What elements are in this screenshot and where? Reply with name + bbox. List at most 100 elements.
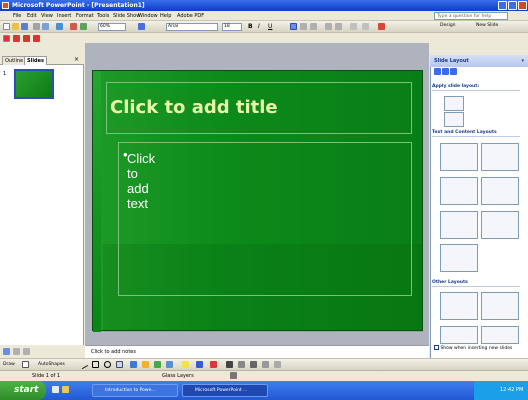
taskbar-button-powerpoint[interactable]: Microsoft PowerPoint ... — [182, 384, 268, 397]
line-icon[interactable] — [78, 359, 89, 370]
preview-icon[interactable] — [42, 23, 49, 30]
select-objects-icon[interactable] — [22, 361, 29, 368]
align-left-icon[interactable] — [290, 23, 297, 30]
dash-style-icon[interactable] — [238, 361, 245, 368]
slide-number: 1 — [3, 71, 7, 77]
diagram-icon[interactable] — [142, 361, 149, 368]
ask-question-input[interactable]: Type a question for help — [434, 12, 508, 20]
insert-chart-icon[interactable] — [70, 23, 77, 30]
menu-view[interactable]: View — [41, 13, 53, 19]
layout-thumb-other-3[interactable] — [440, 326, 478, 344]
layout-thumb-other-2[interactable] — [481, 292, 519, 320]
slide-show-icon[interactable] — [23, 348, 30, 355]
zoom-select[interactable]: 60% — [98, 23, 126, 31]
checkbox-box[interactable] — [434, 345, 439, 350]
menu-slide-show[interactable]: Slide Show — [113, 13, 140, 19]
notes-pane[interactable]: Click to add notes — [85, 345, 429, 358]
clock: 12:42 PM — [500, 387, 524, 393]
font-select[interactable]: Arial — [166, 23, 218, 31]
home-icon[interactable] — [450, 68, 457, 75]
tab-outline[interactable]: Outline — [2, 56, 27, 65]
menu-window[interactable]: Window — [138, 13, 158, 19]
start-button[interactable]: start — [0, 381, 46, 400]
reviewers-icon[interactable] — [33, 35, 40, 42]
quicklaunch-folder-icon[interactable] — [62, 386, 69, 393]
italic-icon[interactable]: I — [258, 23, 265, 30]
3d-icon[interactable] — [274, 361, 281, 368]
menu-format[interactable]: Format — [76, 13, 94, 19]
normal-view-icon[interactable] — [3, 348, 10, 355]
taskbar-button-intro[interactable]: Introduction to Powe... — [92, 384, 178, 397]
minimize-button[interactable] — [498, 1, 507, 10]
align-right-icon[interactable] — [310, 23, 317, 30]
reviewing-icon[interactable] — [3, 35, 10, 42]
body-placeholder[interactable]: • Click to add text — [118, 142, 412, 296]
title-placeholder[interactable]: Click to add title — [106, 82, 412, 134]
shadow-icon[interactable] — [262, 361, 269, 368]
insert-table-icon[interactable] — [80, 23, 87, 30]
align-center-icon[interactable] — [300, 23, 307, 30]
menu-help[interactable]: Help — [160, 13, 171, 19]
close-button[interactable] — [518, 1, 527, 10]
save-icon[interactable] — [21, 23, 28, 30]
slide-thumbnail[interactable] — [14, 69, 54, 99]
clipart-icon[interactable] — [154, 361, 161, 368]
maximize-button[interactable] — [508, 1, 517, 10]
font-size-decrease-icon[interactable] — [362, 23, 369, 30]
layout-thumb-title-2[interactable] — [444, 112, 464, 127]
rectangle-icon[interactable] — [92, 361, 99, 368]
line-color-icon[interactable] — [196, 361, 203, 368]
line-style-icon[interactable] — [226, 361, 233, 368]
new-icon[interactable] — [3, 23, 10, 30]
textbox-icon[interactable] — [116, 361, 123, 368]
oval-icon[interactable] — [104, 361, 111, 368]
print-icon[interactable] — [33, 23, 40, 30]
layout-thumb-title-1[interactable] — [444, 96, 464, 111]
quicklaunch-ie-icon[interactable] — [52, 386, 59, 393]
comment-icon[interactable] — [23, 35, 30, 42]
open-icon[interactable] — [12, 23, 19, 30]
layout-thumb-tc-7[interactable] — [440, 244, 478, 272]
secondary-toolbar — [0, 33, 528, 43]
layout-thumb-tc-2[interactable] — [481, 143, 519, 171]
font-size-increase-icon[interactable] — [350, 23, 357, 30]
arrow-style-icon[interactable] — [250, 361, 257, 368]
bullets-icon[interactable] — [335, 23, 342, 30]
forward-icon[interactable] — [442, 68, 449, 75]
system-tray: 12:42 PM — [474, 381, 528, 400]
picture-icon[interactable] — [166, 361, 173, 368]
new-slide-button[interactable]: New Slide — [476, 23, 498, 28]
layout-thumb-tc-4[interactable] — [481, 177, 519, 205]
back-icon[interactable] — [434, 68, 441, 75]
slide-sorter-icon[interactable] — [13, 348, 20, 355]
menu-tools[interactable]: Tools — [97, 13, 109, 19]
help-icon[interactable] — [138, 23, 145, 30]
fill-color-icon[interactable] — [182, 361, 189, 368]
tab-slides[interactable]: Slides — [24, 56, 47, 65]
wordart-icon[interactable] — [130, 361, 137, 368]
layout-thumb-tc-3[interactable] — [440, 177, 478, 205]
task-pane-dropdown-icon[interactable]: ▾ — [521, 55, 524, 67]
bold-icon[interactable]: B — [248, 23, 255, 30]
autoshapes-menu-button[interactable]: AutoShapes — [38, 362, 65, 367]
numbering-icon[interactable] — [325, 23, 332, 30]
layout-thumb-other-1[interactable] — [440, 292, 478, 320]
menu-adobe-pdf[interactable]: Adobe PDF — [177, 13, 204, 19]
menu-insert[interactable]: Insert — [57, 13, 71, 19]
font-size-select[interactable]: 18 — [222, 23, 242, 31]
show-layouts-checkbox[interactable]: Show when inserting new slides — [434, 345, 512, 351]
draw-menu-button[interactable]: Draw — [3, 362, 15, 367]
layout-thumb-tc-6[interactable] — [481, 211, 519, 239]
markup-icon[interactable] — [13, 35, 20, 42]
layout-thumb-tc-5[interactable] — [440, 211, 478, 239]
underline-icon[interactable]: U — [268, 23, 275, 30]
layout-thumb-tc-1[interactable] — [440, 143, 478, 171]
layout-thumb-other-4[interactable] — [481, 326, 519, 344]
font-color-icon[interactable] — [378, 23, 385, 30]
font-color-draw-icon[interactable] — [210, 361, 217, 368]
design-button[interactable]: Design — [440, 23, 456, 28]
menu-file[interactable]: File — [13, 13, 21, 19]
close-pane-icon[interactable]: × — [74, 56, 79, 63]
menu-edit[interactable]: Edit — [27, 13, 37, 19]
undo-icon[interactable] — [56, 23, 63, 30]
